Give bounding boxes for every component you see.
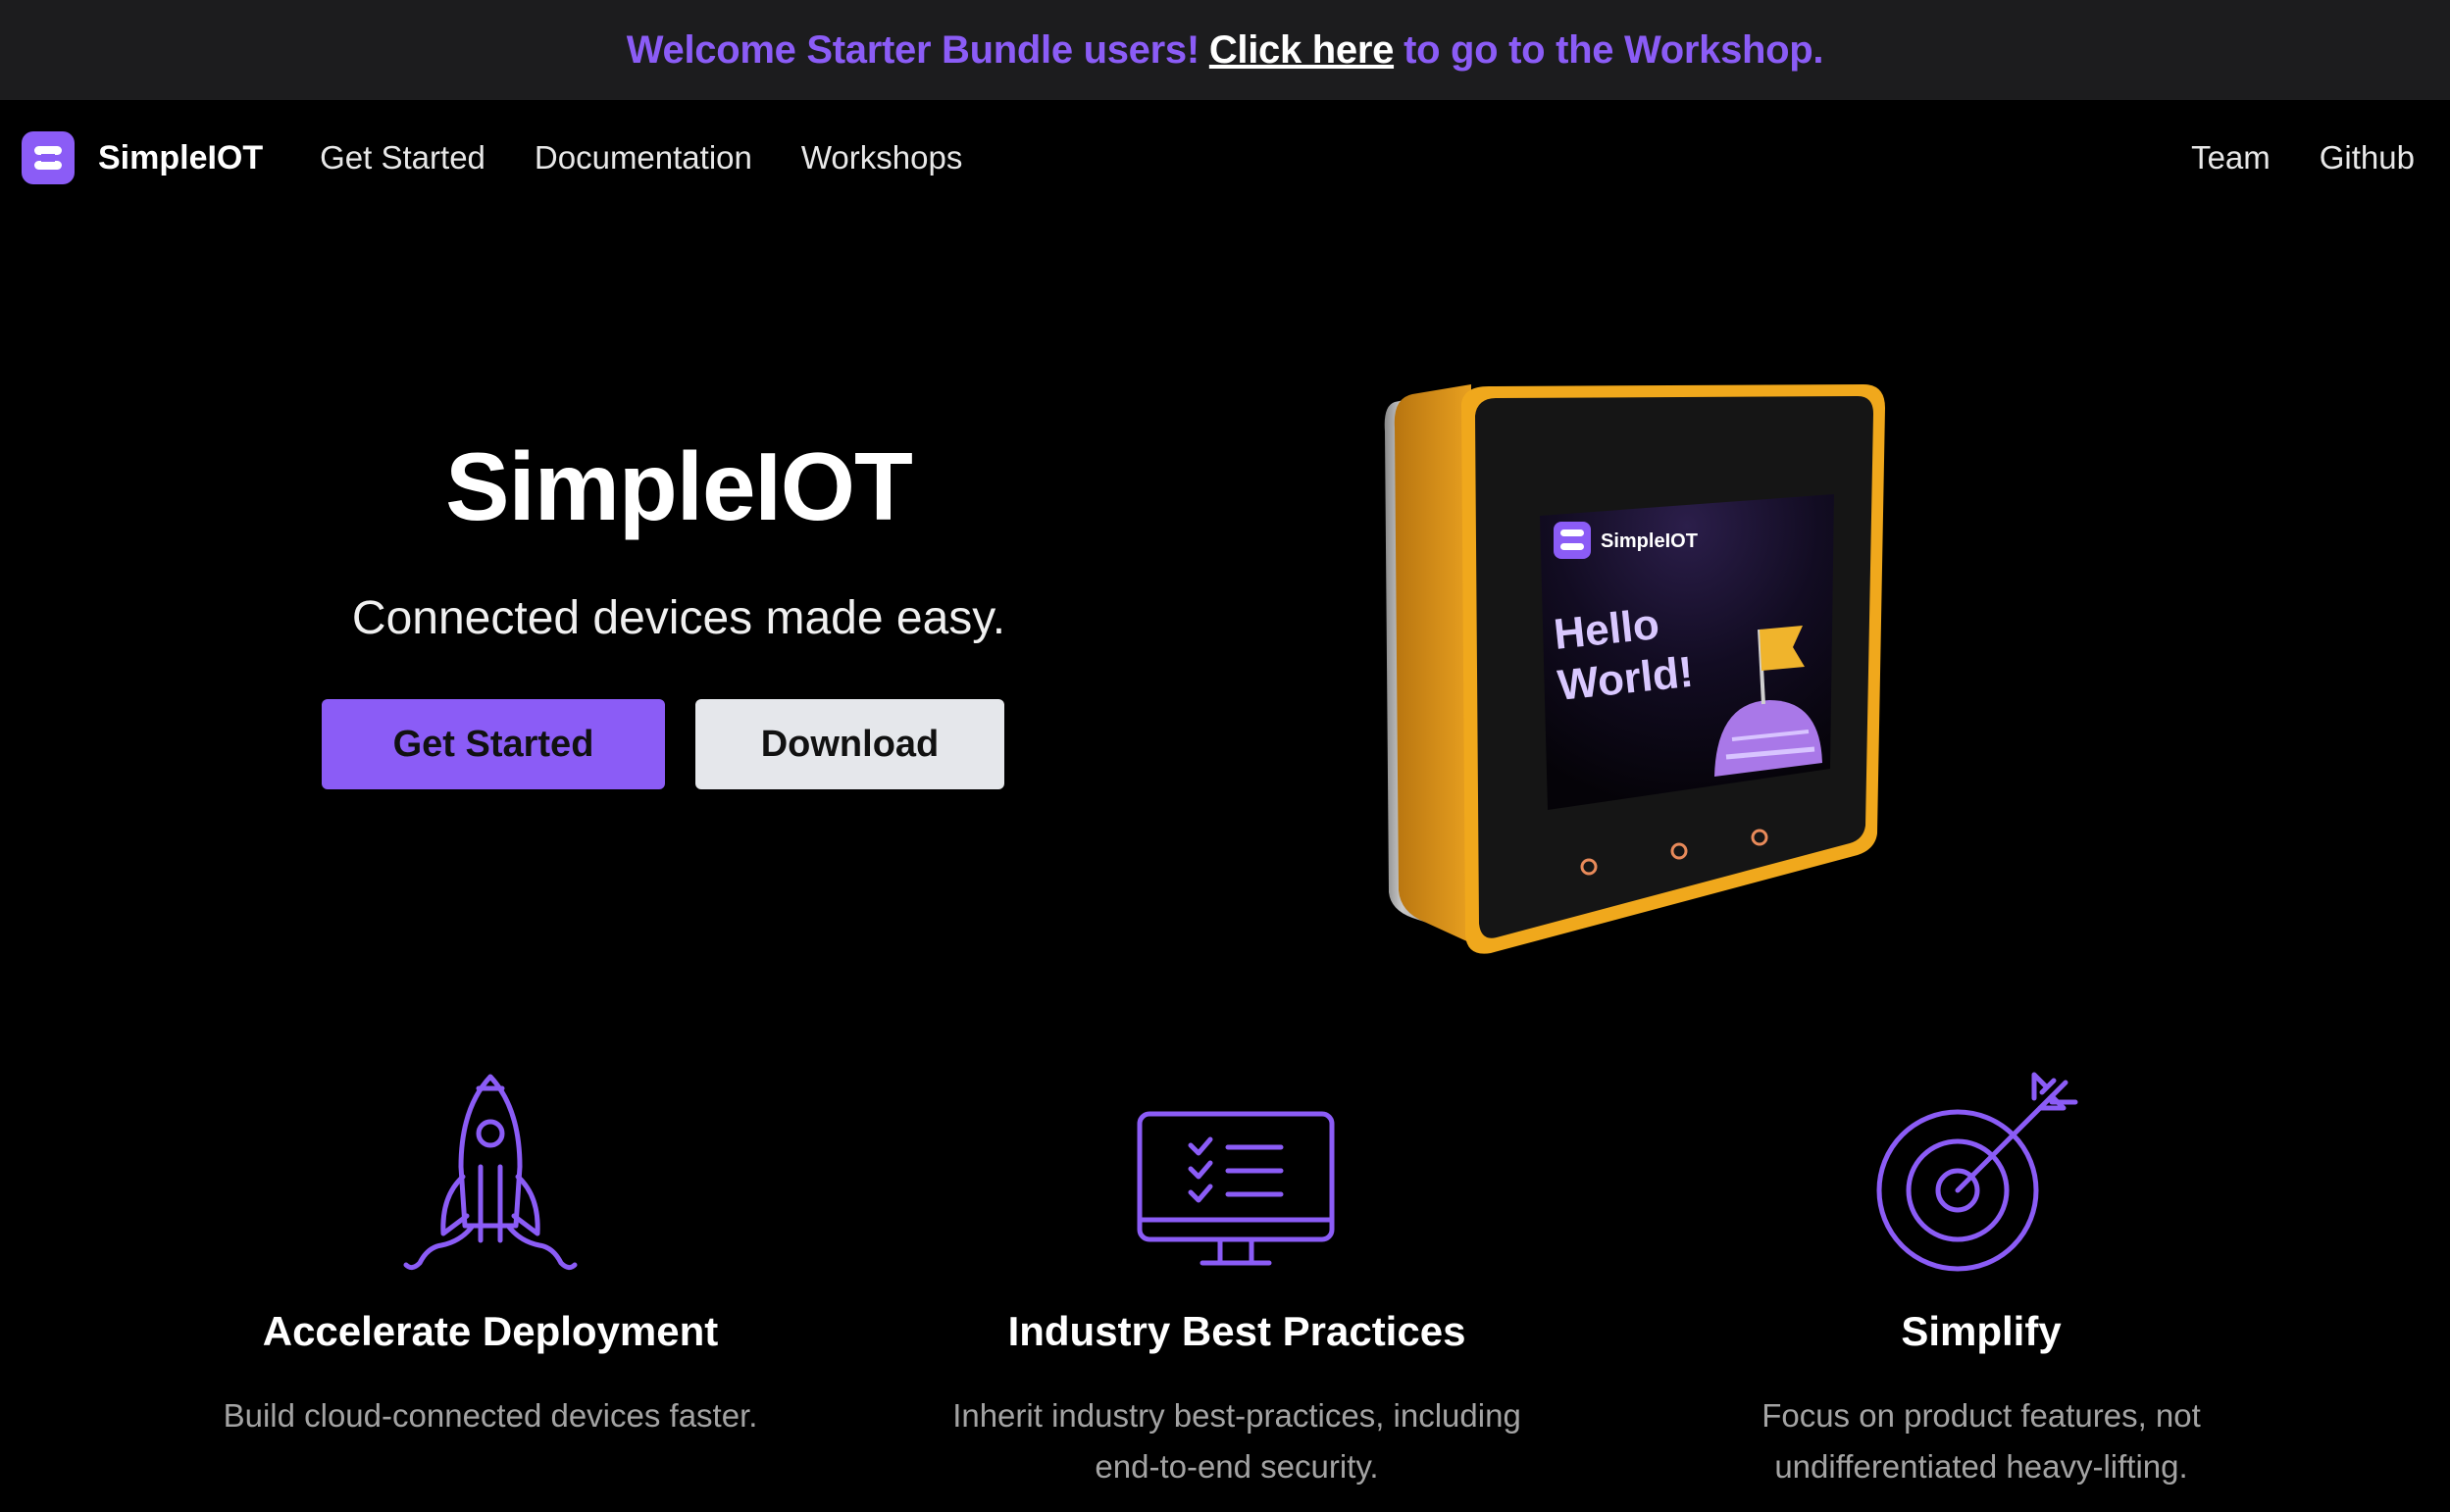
monitor-checklist-icon (864, 1059, 1609, 1275)
announcement-prefix: Welcome Starter Bundle users! (626, 27, 1199, 72)
device-screen-brand: SimpleIOT (1601, 530, 1698, 552)
nav-team[interactable]: Team (2191, 139, 2271, 176)
feature-description-line2: end-to-end security. (1095, 1448, 1379, 1485)
workshop-link[interactable]: Click here (1209, 28, 1395, 73)
feature-title: Accelerate Deployment (262, 1308, 719, 1354)
feature-description: Focus on product features, not undiffere… (1608, 1390, 2354, 1492)
top-navbar: SimpleIOT Get Started Documentation Work… (0, 100, 2450, 216)
download-button[interactable]: Download (695, 699, 1004, 789)
brand-name[interactable]: SimpleIOT (98, 139, 263, 177)
announcement-banner: Welcome Starter Bundle users! Click here… (0, 0, 2450, 100)
feature-description: Inherit industry best-practices, includi… (864, 1390, 1609, 1492)
feature-description-line1: Inherit industry best-practices, includi… (952, 1397, 1521, 1434)
feature-accelerate-deployment: Accelerate Deployment Build cloud-connec… (118, 1059, 863, 1441)
nav-get-started[interactable]: Get Started (320, 139, 485, 176)
rocket-icon (118, 1059, 863, 1275)
nav-documentation[interactable]: Documentation (535, 139, 752, 176)
feature-description-line1: Focus on product features, not (1761, 1397, 2201, 1434)
target-icon (1608, 1059, 2354, 1275)
simpleiot-logo-icon[interactable] (22, 131, 75, 184)
nav-github[interactable]: Github (2320, 139, 2415, 176)
nav-workshops[interactable]: Workshops (801, 139, 962, 176)
device-illustration: SimpleIOT Hello World! (1384, 384, 1885, 954)
feature-description-line2: undifferentiated heavy-lifting. (1774, 1448, 2188, 1485)
feature-industry-best-practices: Industry Best Practices Inherit industry… (864, 1059, 1609, 1492)
hero-subtitle: Connected devices made easy. (351, 592, 1006, 644)
get-started-button[interactable]: Get Started (322, 699, 665, 789)
feature-title: Industry Best Practices (1007, 1308, 1466, 1354)
nav-right-group: Team Github (2191, 139, 2428, 176)
feature-description: Build cloud-connected devices faster. (118, 1390, 863, 1441)
feature-description-line1: Build cloud-connected devices faster. (223, 1397, 758, 1434)
hero-title: SimpleIOT (445, 432, 913, 540)
feature-title: Simplify (1901, 1308, 2062, 1354)
announcement-suffix: to go to the Workshop. (1404, 27, 1824, 72)
feature-simplify: Simplify Focus on product features, not … (1608, 1059, 2354, 1492)
